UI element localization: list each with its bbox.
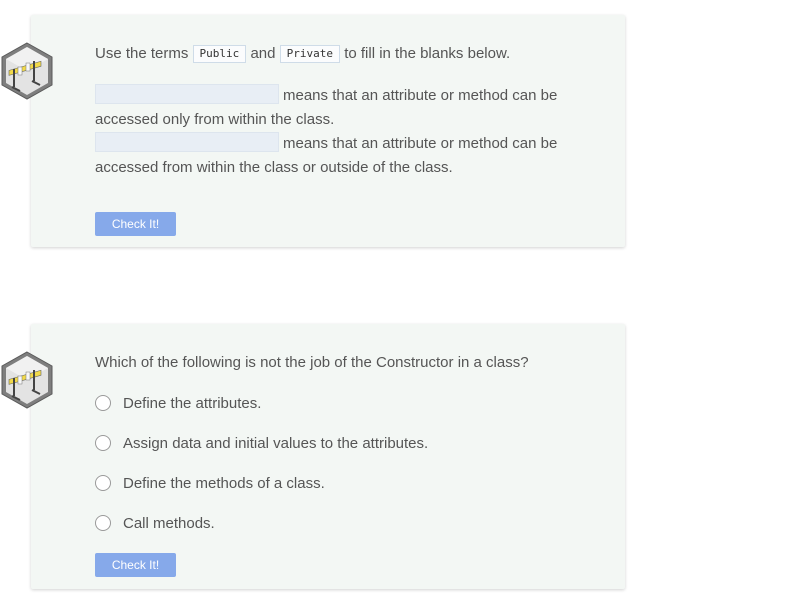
challenge-hurdle-icon — [1, 351, 53, 409]
prompt-text: to fill in the blanks below. — [344, 45, 511, 62]
blank-drop-zone-1[interactable] — [95, 84, 279, 104]
question-1-prompt: Use the terms Public and Private to fill… — [95, 44, 595, 64]
fill-in-blanks-card: Use the terms Public and Private to fill… — [1, 15, 625, 247]
option-item[interactable]: Define the attributes. — [95, 393, 595, 413]
option-label: Define the attributes. — [123, 394, 262, 412]
blank-drop-zone-2[interactable] — [95, 132, 279, 152]
option-label: Assign data and initial values to the at… — [123, 434, 429, 452]
option-item[interactable]: Assign data and initial values to the at… — [95, 433, 595, 453]
prompt-text: Use the terms — [95, 45, 189, 62]
multiple-choice-card: Which of the following is not the job of… — [1, 324, 625, 589]
question-1-body: Use the terms Public and Private to fill… — [95, 44, 595, 180]
question-2-body: Which of the following is not the job of… — [95, 353, 595, 553]
option-item[interactable]: Define the methods of a class. — [95, 473, 595, 493]
check-it-button[interactable]: Check It! — [95, 212, 176, 236]
challenge-hurdle-icon — [1, 42, 53, 100]
options-list: Define the attributes. Assign data and i… — [95, 393, 595, 533]
term-private[interactable]: Private — [279, 45, 341, 63]
blank-sentence-1: means that an attribute or method can be… — [95, 84, 595, 132]
blank-sentence-2: means that an attribute or method can be… — [95, 132, 595, 180]
radio-unchecked-icon[interactable] — [95, 475, 111, 491]
check-it-button[interactable]: Check It! — [95, 553, 176, 577]
prompt-text: and — [250, 45, 276, 62]
option-label: Call methods. — [123, 514, 215, 532]
option-item[interactable]: Call methods. — [95, 513, 595, 533]
radio-unchecked-icon[interactable] — [95, 435, 111, 451]
question-2-prompt: Which of the following is not the job of… — [95, 354, 529, 371]
term-public[interactable]: Public — [192, 45, 247, 63]
radio-unchecked-icon[interactable] — [95, 515, 111, 531]
radio-unchecked-icon[interactable] — [95, 395, 111, 411]
option-label: Define the methods of a class. — [123, 474, 325, 492]
